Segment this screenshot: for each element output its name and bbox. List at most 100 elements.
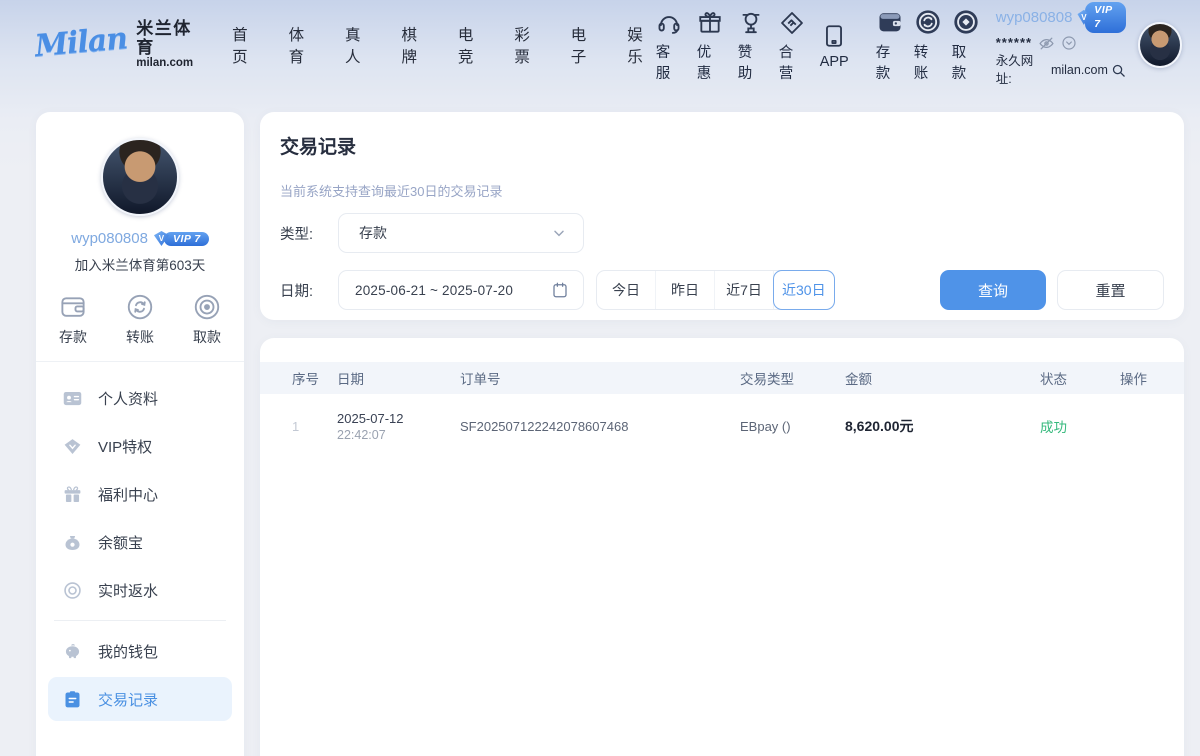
deposit-label: 存款	[876, 41, 904, 83]
membership-days-text: 加入米兰体育第603天	[36, 254, 244, 274]
sidebar-deposit-button[interactable]: 存款	[58, 292, 88, 347]
vip-badge: V VIP 7	[1077, 2, 1125, 33]
cell-status: 成功	[1040, 416, 1120, 436]
nav-item-cards[interactable]: 棋牌	[401, 23, 429, 67]
sidebar-item-wallet-label: 我的钱包	[98, 641, 158, 662]
eye-off-icon[interactable]	[1038, 35, 1055, 52]
transaction-record-icon	[62, 689, 83, 710]
partnership-label: 合营	[779, 41, 805, 83]
masked-balance: ******	[996, 34, 1032, 52]
transfer-button[interactable]: 转账	[914, 8, 942, 83]
rebate-rings-icon	[62, 580, 83, 601]
cell-amount: 8,620.00元	[845, 416, 1040, 436]
date-label: 日期:	[280, 280, 338, 301]
wallet-outline-icon	[58, 292, 88, 322]
sidebar-quick-actions: 存款 转账 取款	[36, 274, 244, 362]
mobile-app-icon	[821, 21, 847, 49]
nav-item-live[interactable]: 真人	[345, 23, 373, 67]
sidebar-item-benefits[interactable]: 福利中心	[48, 472, 232, 516]
profile-vip-level-label: VIP 7	[164, 232, 209, 246]
piggy-bank-icon	[62, 641, 83, 662]
sidebar-item-profile[interactable]: 个人资料	[48, 376, 232, 420]
username-text: wyp080808	[996, 7, 1073, 28]
sidebar-divider	[54, 620, 226, 621]
header-seq: 序号	[292, 368, 337, 388]
quick-date-30days[interactable]: 近30日	[773, 270, 835, 310]
app-download-button[interactable]: APP	[820, 21, 849, 70]
profile-vip-badge: V VIP 7	[154, 231, 209, 246]
transaction-type-select[interactable]: 存款	[338, 213, 584, 253]
cell-type: EBpay ()	[740, 419, 845, 434]
sidebar-transfer-button[interactable]: 转账	[125, 292, 155, 347]
transfer-label: 转账	[914, 41, 942, 83]
top-action-icons: 客服 优惠 赞助 合营 APP	[656, 8, 980, 83]
main-nav: 首页 体育 真人 棋牌 电竞 彩票 电子 娱乐	[232, 23, 656, 67]
sidebar-item-transactions[interactable]: 交易记录	[48, 677, 232, 721]
sidebar-item-rebate[interactable]: 实时返水	[48, 568, 232, 612]
quick-date-group: 今日 昨日 近7日 近30日	[596, 270, 835, 310]
magnifier-icon[interactable]	[1111, 63, 1126, 78]
sidebar-item-vip-label: VIP特权	[98, 436, 152, 457]
chevron-circle-icon[interactable]	[1061, 35, 1077, 51]
sidebar-item-profile-label: 个人资料	[98, 388, 158, 409]
top-navigation-bar: Milan 米兰体育 milan.com 首页 体育 真人 棋牌 电竞 彩票 电…	[0, 0, 1200, 90]
sponsorship-label: 赞助	[738, 41, 764, 83]
chevron-down-icon	[551, 225, 567, 241]
user-avatar[interactable]	[1138, 22, 1182, 68]
nav-item-entertainment[interactable]: 娱乐	[627, 23, 655, 67]
sidebar-withdraw-label: 取款	[193, 327, 221, 347]
headset-icon	[656, 8, 682, 36]
cell-order-no: SF202507122242078607468	[460, 419, 740, 434]
vip-gem-menu-icon	[62, 436, 83, 457]
nav-item-sports[interactable]: 体育	[289, 23, 317, 67]
nav-item-home[interactable]: 首页	[232, 23, 260, 67]
date-range-value: 2025-06-21 ~ 2025-07-20	[355, 283, 551, 298]
quick-date-today[interactable]: 今日	[597, 271, 656, 309]
sidebar-item-wallet[interactable]: 我的钱包	[48, 629, 232, 673]
reset-button[interactable]: 重置	[1057, 270, 1164, 310]
search-button[interactable]: 查询	[940, 270, 1046, 310]
withdraw-label: 取款	[952, 41, 980, 83]
sidebar-item-vip[interactable]: VIP特权	[48, 424, 232, 468]
brand-logo[interactable]: Milan 米兰体育 milan.com	[35, 20, 202, 70]
profile-username: wyp080808	[71, 230, 148, 247]
quick-date-7days[interactable]: 近7日	[715, 271, 774, 309]
type-label: 类型:	[280, 223, 338, 244]
header-date: 日期	[337, 368, 460, 388]
customer-service-label: 客服	[656, 41, 682, 83]
withdraw-coin-icon	[952, 8, 980, 36]
transaction-type-value: 存款	[359, 223, 551, 243]
partnership-button[interactable]: 合营	[779, 8, 805, 83]
header-order-no: 订单号	[460, 368, 740, 388]
sidebar-deposit-label: 存款	[59, 327, 87, 347]
withdraw-button[interactable]: 取款	[952, 8, 980, 83]
profile-avatar[interactable]	[101, 138, 179, 216]
sidebar-withdraw-button[interactable]: 取款	[192, 292, 222, 347]
transaction-table-card: 序号 日期 订单号 交易类型 金额 状态 操作 1 2025-07-12 22:…	[260, 338, 1184, 756]
brand-logo-script: Milan	[33, 22, 128, 65]
cell-time: 22:42:07	[337, 428, 460, 442]
sidebar-transfer-label: 转账	[126, 327, 154, 347]
trophy-icon	[738, 8, 764, 36]
sponsorship-button[interactable]: 赞助	[738, 8, 764, 83]
nav-item-slots[interactable]: 电子	[571, 23, 599, 67]
promotions-button[interactable]: 优惠	[697, 8, 723, 83]
customer-service-button[interactable]: 客服	[656, 8, 682, 83]
user-info-block: wyp080808 V VIP 7 ****** 永久网址: milan.com	[996, 2, 1126, 89]
transaction-filter-card: 交易记录 当前系统支持查询最近30日的交易记录 类型: 存款 日期: 2025-…	[260, 112, 1184, 320]
brand-domain: milan.com	[136, 57, 202, 70]
cell-datetime: 2025-07-12 22:42:07	[337, 411, 460, 442]
sidebar-item-yuebao[interactable]: 余额宝	[48, 520, 232, 564]
cell-date: 2025-07-12	[337, 411, 460, 426]
quick-date-yesterday[interactable]: 昨日	[656, 271, 715, 309]
profile-summary: wyp080808 V VIP 7 加入米兰体育第603天	[36, 112, 244, 274]
header-status: 状态	[1040, 368, 1120, 388]
deposit-button[interactable]: 存款	[876, 8, 904, 83]
date-range-input[interactable]: 2025-06-21 ~ 2025-07-20	[338, 270, 584, 310]
deposit-wallet-icon	[876, 8, 904, 36]
header-amount: 金额	[845, 368, 1040, 388]
table-header-row: 序号 日期 订单号 交易类型 金额 状态 操作	[260, 362, 1184, 394]
id-card-icon	[62, 388, 83, 409]
nav-item-lottery[interactable]: 彩票	[514, 23, 542, 67]
nav-item-esports[interactable]: 电竞	[458, 23, 486, 67]
